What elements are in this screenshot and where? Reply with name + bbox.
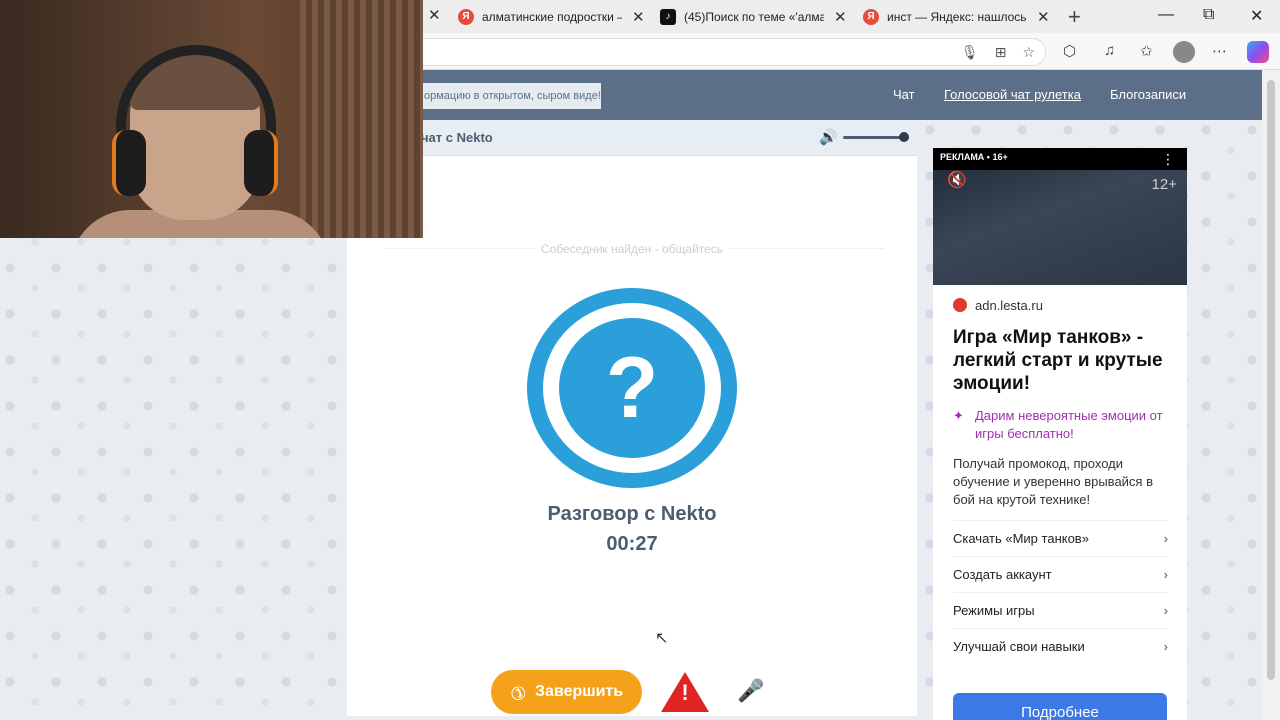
sitelink-label: Режимы игры — [953, 603, 1035, 618]
panel-title: чат с Nekto — [421, 130, 493, 145]
chevron-right-icon: › — [1163, 639, 1168, 654]
ad-sitelink[interactable]: Улучшай свои навыки › — [953, 628, 1168, 664]
ad-label: РЕКЛАМА • 16+ — [940, 152, 1008, 162]
voice-chat-panel: чат с Nekto 🔊 Собеседник найден - общайт… — [347, 120, 917, 716]
avatar-ring: ? — [543, 303, 721, 473]
chevron-right-icon: › — [1163, 603, 1168, 618]
ad-headline[interactable]: Игра «Мир танков» - легкий старт и круты… — [953, 326, 1173, 395]
mouse-cursor-icon: ↖ — [655, 630, 669, 647]
yandex-icon: Я — [458, 8, 474, 25]
copilot-icon[interactable] — [1247, 41, 1269, 63]
ad-promo-text: Дарим невероятные эмоции от игры бесплат… — [975, 408, 1163, 441]
close-window-button[interactable]: ✕ — [1250, 6, 1263, 26]
new-tab-button[interactable]: + — [1068, 4, 1081, 30]
ad-video-topbar: РЕКЛАМА • 16+ ⋮ — [933, 148, 1187, 170]
ad-sitelink[interactable]: Скачать «Мир танков» › — [953, 520, 1168, 556]
address-bar[interactable]: 🎙 ⊞ ☆ — [410, 38, 1046, 66]
sitelink-label: Улучшай свои навыки — [953, 639, 1085, 654]
maximize-button[interactable]: ⧉ — [1203, 6, 1214, 24]
tab-close-icon[interactable]: ✕ — [632, 8, 645, 26]
conversation-title: Разговор с Nekto — [547, 503, 717, 525]
scrollbar-thumb[interactable] — [1267, 80, 1275, 680]
tiktok-icon: ♪ — [660, 8, 676, 25]
nav-link-voice-roulette[interactable]: Голосовой чат рулетка — [944, 87, 1081, 102]
nav-link-blog[interactable]: Блогозаписи — [1110, 87, 1186, 102]
status-label: Собеседник найден - общайтесь — [534, 242, 730, 256]
more-menu-icon[interactable]: ⋯ — [1212, 42, 1227, 60]
end-call-button[interactable]: ✆ Завершить — [491, 670, 642, 714]
microphone-icon[interactable]: 🎙 — [961, 44, 979, 61]
nav-link-chat[interactable]: Чат — [893, 87, 915, 102]
ad-sitelink[interactable]: Создать аккаунт › — [953, 556, 1168, 592]
ad-sitelink[interactable]: Режимы игры › — [953, 592, 1168, 628]
microphone-icon[interactable]: 🎤 — [737, 678, 764, 704]
volume-slider[interactable] — [843, 136, 905, 139]
warning-exclamation: ! — [681, 680, 689, 705]
browser-tab[interactable]: ♪ (45)Поиск по теме «'алма ✕ — [652, 3, 855, 30]
chevron-right-icon: › — [1163, 531, 1168, 546]
media-icon[interactable]: ♫ — [1104, 42, 1115, 59]
call-timer: 00:27 — [606, 533, 658, 555]
favorites-icon[interactable]: ✩ — [1140, 42, 1153, 60]
tab-title: алматинские подростки — — [482, 9, 622, 24]
mute-icon[interactable]: 🔇 — [947, 170, 967, 190]
minimize-button[interactable]: — — [1158, 6, 1174, 24]
apps-icon[interactable]: ⊞ — [995, 44, 1007, 61]
sitelink-label: Создать аккаунт — [953, 567, 1052, 582]
ad-video[interactable]: РЕКЛАМА • 16+ ⋮ 🔇 12+ — [933, 148, 1187, 285]
sitelink-label: Скачать «Мир танков» — [953, 531, 1089, 546]
phone-hangup-icon: ✆ — [505, 679, 531, 705]
end-call-label: Завершить — [535, 683, 624, 700]
question-mark-icon: ? — [559, 318, 705, 458]
volume-icon[interactable]: 🔊 — [819, 128, 838, 146]
tab-title: инст — Яндекс: нашлось 1 — [887, 9, 1027, 24]
webcam-curtain — [300, 0, 423, 238]
age-rating: 12+ — [1151, 176, 1177, 193]
volume-slider-handle[interactable] — [899, 132, 909, 142]
browser-tab[interactable]: Я алматинские подростки — ✕ — [450, 3, 653, 30]
sparkle-icon: ✦ — [953, 408, 964, 423]
headset-earcup-left — [112, 130, 146, 196]
page-scrollbar[interactable] — [1262, 70, 1280, 720]
panel-header: чат с Nekto 🔊 — [347, 120, 917, 156]
ad-description: Получай промокод, проходи обучение и уве… — [953, 456, 1153, 507]
status-text: Собеседник найден - общайтесь — [347, 242, 917, 256]
favorite-star-icon[interactable]: ☆ — [1022, 44, 1035, 61]
yandex-icon: Я — [863, 8, 879, 25]
partner-avatar: ? — [527, 288, 737, 488]
ad-menu-icon[interactable]: ⋮ — [1161, 151, 1175, 168]
webcam-overlay — [0, 0, 423, 238]
ad-cta-button[interactable]: Подробнее — [953, 693, 1167, 720]
profile-avatar[interactable] — [1173, 41, 1195, 63]
tab-close-icon[interactable]: ✕ — [1037, 8, 1050, 26]
ad-block[interactable]: РЕКЛАМА • 16+ ⋮ 🔇 12+ adn.lesta.ru Игра … — [933, 148, 1187, 720]
ad-domain[interactable]: adn.lesta.ru — [975, 298, 1043, 313]
tab-title: (45)Поиск по теме «'алма — [684, 9, 824, 24]
advertiser-logo-icon — [953, 298, 967, 312]
chevron-right-icon: › — [1163, 567, 1168, 582]
tab-close-icon[interactable]: ✕ — [428, 6, 441, 24]
tab-close-icon[interactable]: ✕ — [834, 8, 847, 26]
headset-earcup-right — [244, 130, 278, 196]
info-banner: ормацию в открытом, сыром виде! — [418, 83, 601, 109]
extensions-icon[interactable]: ⬡ — [1063, 42, 1076, 60]
browser-tab[interactable]: Я инст — Яндекс: нашлось 1 ✕ — [855, 3, 1058, 30]
